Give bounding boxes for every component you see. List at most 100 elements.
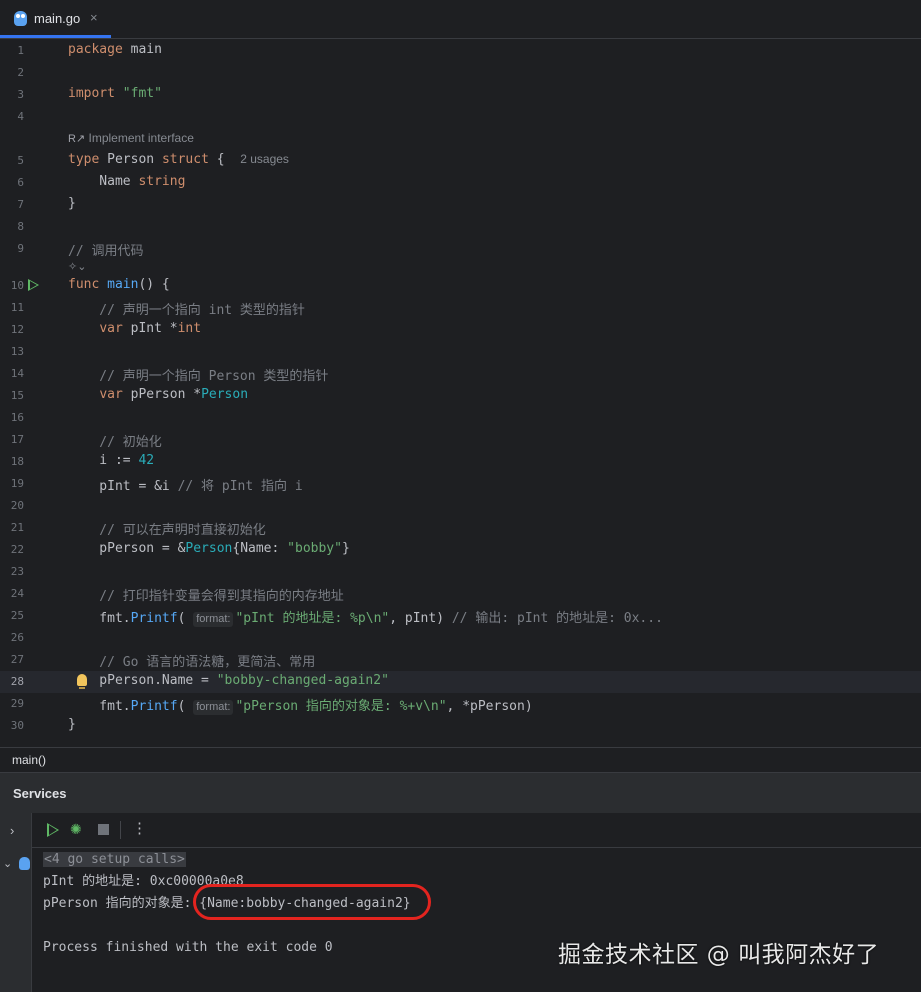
tab-label: main.go <box>34 11 81 26</box>
line-number: 17 <box>10 433 24 446</box>
code-comment: // 声明一个指向 Person 类型的指针 <box>68 369 329 384</box>
line-number: 5 <box>17 154 24 167</box>
code-comment: // 调用代码 <box>68 244 144 259</box>
line-number: 19 <box>10 477 24 490</box>
code-line: 20 <box>0 495 921 517</box>
code-line: 16 <box>0 407 921 429</box>
code-token: "pPerson 指向的对象是: %+v\n" <box>235 699 447 714</box>
code-line: 9 // 调用代码 <box>0 238 921 260</box>
code-line: 3 import "fmt" <box>0 84 921 106</box>
line-number: 6 <box>17 176 24 189</box>
close-icon[interactable]: × <box>90 10 98 25</box>
code-token: fmt. <box>68 611 131 626</box>
code-token: {Name: <box>232 541 288 556</box>
line-number: 24 <box>10 587 24 600</box>
code-comment: // 输出: pInt 的地址是: 0x... <box>451 611 663 626</box>
code-line: 6 Name string <box>0 172 921 194</box>
line-number: 22 <box>10 543 24 556</box>
run-icon[interactable] <box>47 823 59 837</box>
code-comment: // 声明一个指向 int 类型的指针 <box>68 303 305 318</box>
code-line: 19 pInt = &i // 将 pInt 指向 i <box>0 473 921 495</box>
implement-interface-hint[interactable]: R↗ Implement interface <box>68 131 194 145</box>
code-token: } <box>68 717 76 732</box>
line-number: 16 <box>10 411 24 424</box>
code-token: Printf <box>130 611 178 626</box>
code-line-current: 28 pPerson.Name = "bobby-changed-again2" <box>0 671 921 693</box>
code-token: pPerson * <box>122 387 202 402</box>
console-text: pPerson 指向的对象是: <box>43 896 200 911</box>
code-token: pPerson = & <box>68 541 186 556</box>
line-number: 26 <box>10 631 24 644</box>
code-line: 11 // 声明一个指向 int 类型的指针 <box>0 297 921 319</box>
line-number: 21 <box>10 521 24 534</box>
code-token: var <box>99 387 123 402</box>
red-annotation-circle <box>193 884 431 920</box>
line-number: 25 <box>10 609 24 622</box>
code-token: 42 <box>138 453 155 468</box>
line-number: 4 <box>17 110 24 123</box>
run-icon[interactable] <box>28 279 39 291</box>
chevron-right-icon[interactable]: › <box>10 823 14 838</box>
code-token: Name <box>68 174 139 189</box>
code-line: 7 } <box>0 194 921 216</box>
line-number: 10 <box>10 279 24 292</box>
code-token: pInt * <box>122 321 178 336</box>
code-token: "bobby-changed-again2" <box>216 673 389 688</box>
code-line: 13 <box>0 341 921 363</box>
code-token: pInt = &i <box>68 479 178 494</box>
usages-hint[interactable]: 2 usages <box>240 152 289 166</box>
breadcrumb-item-main[interactable]: main() <box>12 753 46 767</box>
code-line: 26 <box>0 627 921 649</box>
code-token: main <box>122 42 162 57</box>
code-line: 4 <box>0 106 921 128</box>
line-number: 27 <box>10 653 24 666</box>
code-line: 29 fmt.Printf( format: "pPerson 指向的对象是: %… <box>0 693 921 715</box>
code-comment: // 可以在声明时直接初始化 <box>68 523 266 538</box>
code-comment: // 初始化 <box>68 435 162 450</box>
line-number: 18 <box>10 455 24 468</box>
code-editor[interactable]: 1 package main 2 3 import "fmt" 4 R↗ Imp… <box>0 39 921 747</box>
ai-assistant-icon[interactable]: ✧⌄ <box>68 260 86 273</box>
chevron-down-icon[interactable]: ⌄ <box>3 857 12 870</box>
code-token: package <box>68 42 123 57</box>
code-token: "pInt 的地址是: %p\n" <box>235 611 390 626</box>
code-line: 10 func main() { <box>0 275 921 297</box>
code-token: main <box>107 277 139 292</box>
code-line: 15 var pPerson *Person <box>0 385 921 407</box>
watermark: 掘金技术社区 @ 叫我阿杰好了 <box>558 942 880 968</box>
tab-main-go[interactable]: main.go × <box>0 0 111 38</box>
services-title: Services <box>13 786 67 801</box>
line-number: 14 <box>10 367 24 380</box>
code-token: , *pPerson) <box>446 699 533 714</box>
code-line: 1 package main <box>0 40 921 62</box>
code-token: ( <box>177 699 194 714</box>
code-comment: // 将 pInt 指向 i <box>177 479 303 494</box>
code-line: 8 <box>0 216 921 238</box>
code-line: 24 // 打印指针变量会得到其指向的内存地址 <box>0 583 921 605</box>
code-comment: // 打印指针变量会得到其指向的内存地址 <box>68 589 344 604</box>
implement-icon: R↗ <box>68 133 86 145</box>
code-line: 23 <box>0 561 921 583</box>
code-token: fmt. <box>68 699 131 714</box>
code-line: 30 } <box>0 715 921 737</box>
hint-label: Implement interface <box>88 131 194 145</box>
code-token: } <box>341 541 350 556</box>
code-token: "fmt" <box>122 86 162 101</box>
more-options-icon[interactable]: ⋮ <box>132 819 147 837</box>
code-token: Printf <box>130 699 178 714</box>
code-token: ( <box>177 611 194 626</box>
stop-icon[interactable] <box>98 824 109 835</box>
go-gopher-icon <box>14 11 27 26</box>
line-number: 29 <box>10 697 24 710</box>
code-token: type <box>68 152 100 167</box>
code-token: pPerson.Name = <box>68 673 217 688</box>
setup-calls-fold[interactable]: <4 go setup calls> <box>43 852 186 867</box>
code-line: 12 var pInt *int <box>0 319 921 341</box>
code-line: 21 // 可以在声明时直接初始化 <box>0 517 921 539</box>
code-token: Person <box>99 152 162 167</box>
toolbar-divider <box>120 821 121 839</box>
code-token: i := <box>68 453 139 468</box>
line-number: 8 <box>17 220 24 233</box>
debug-icon[interactable]: ✺ <box>70 822 84 837</box>
services-tree[interactable]: › ⌄ <box>0 813 32 992</box>
